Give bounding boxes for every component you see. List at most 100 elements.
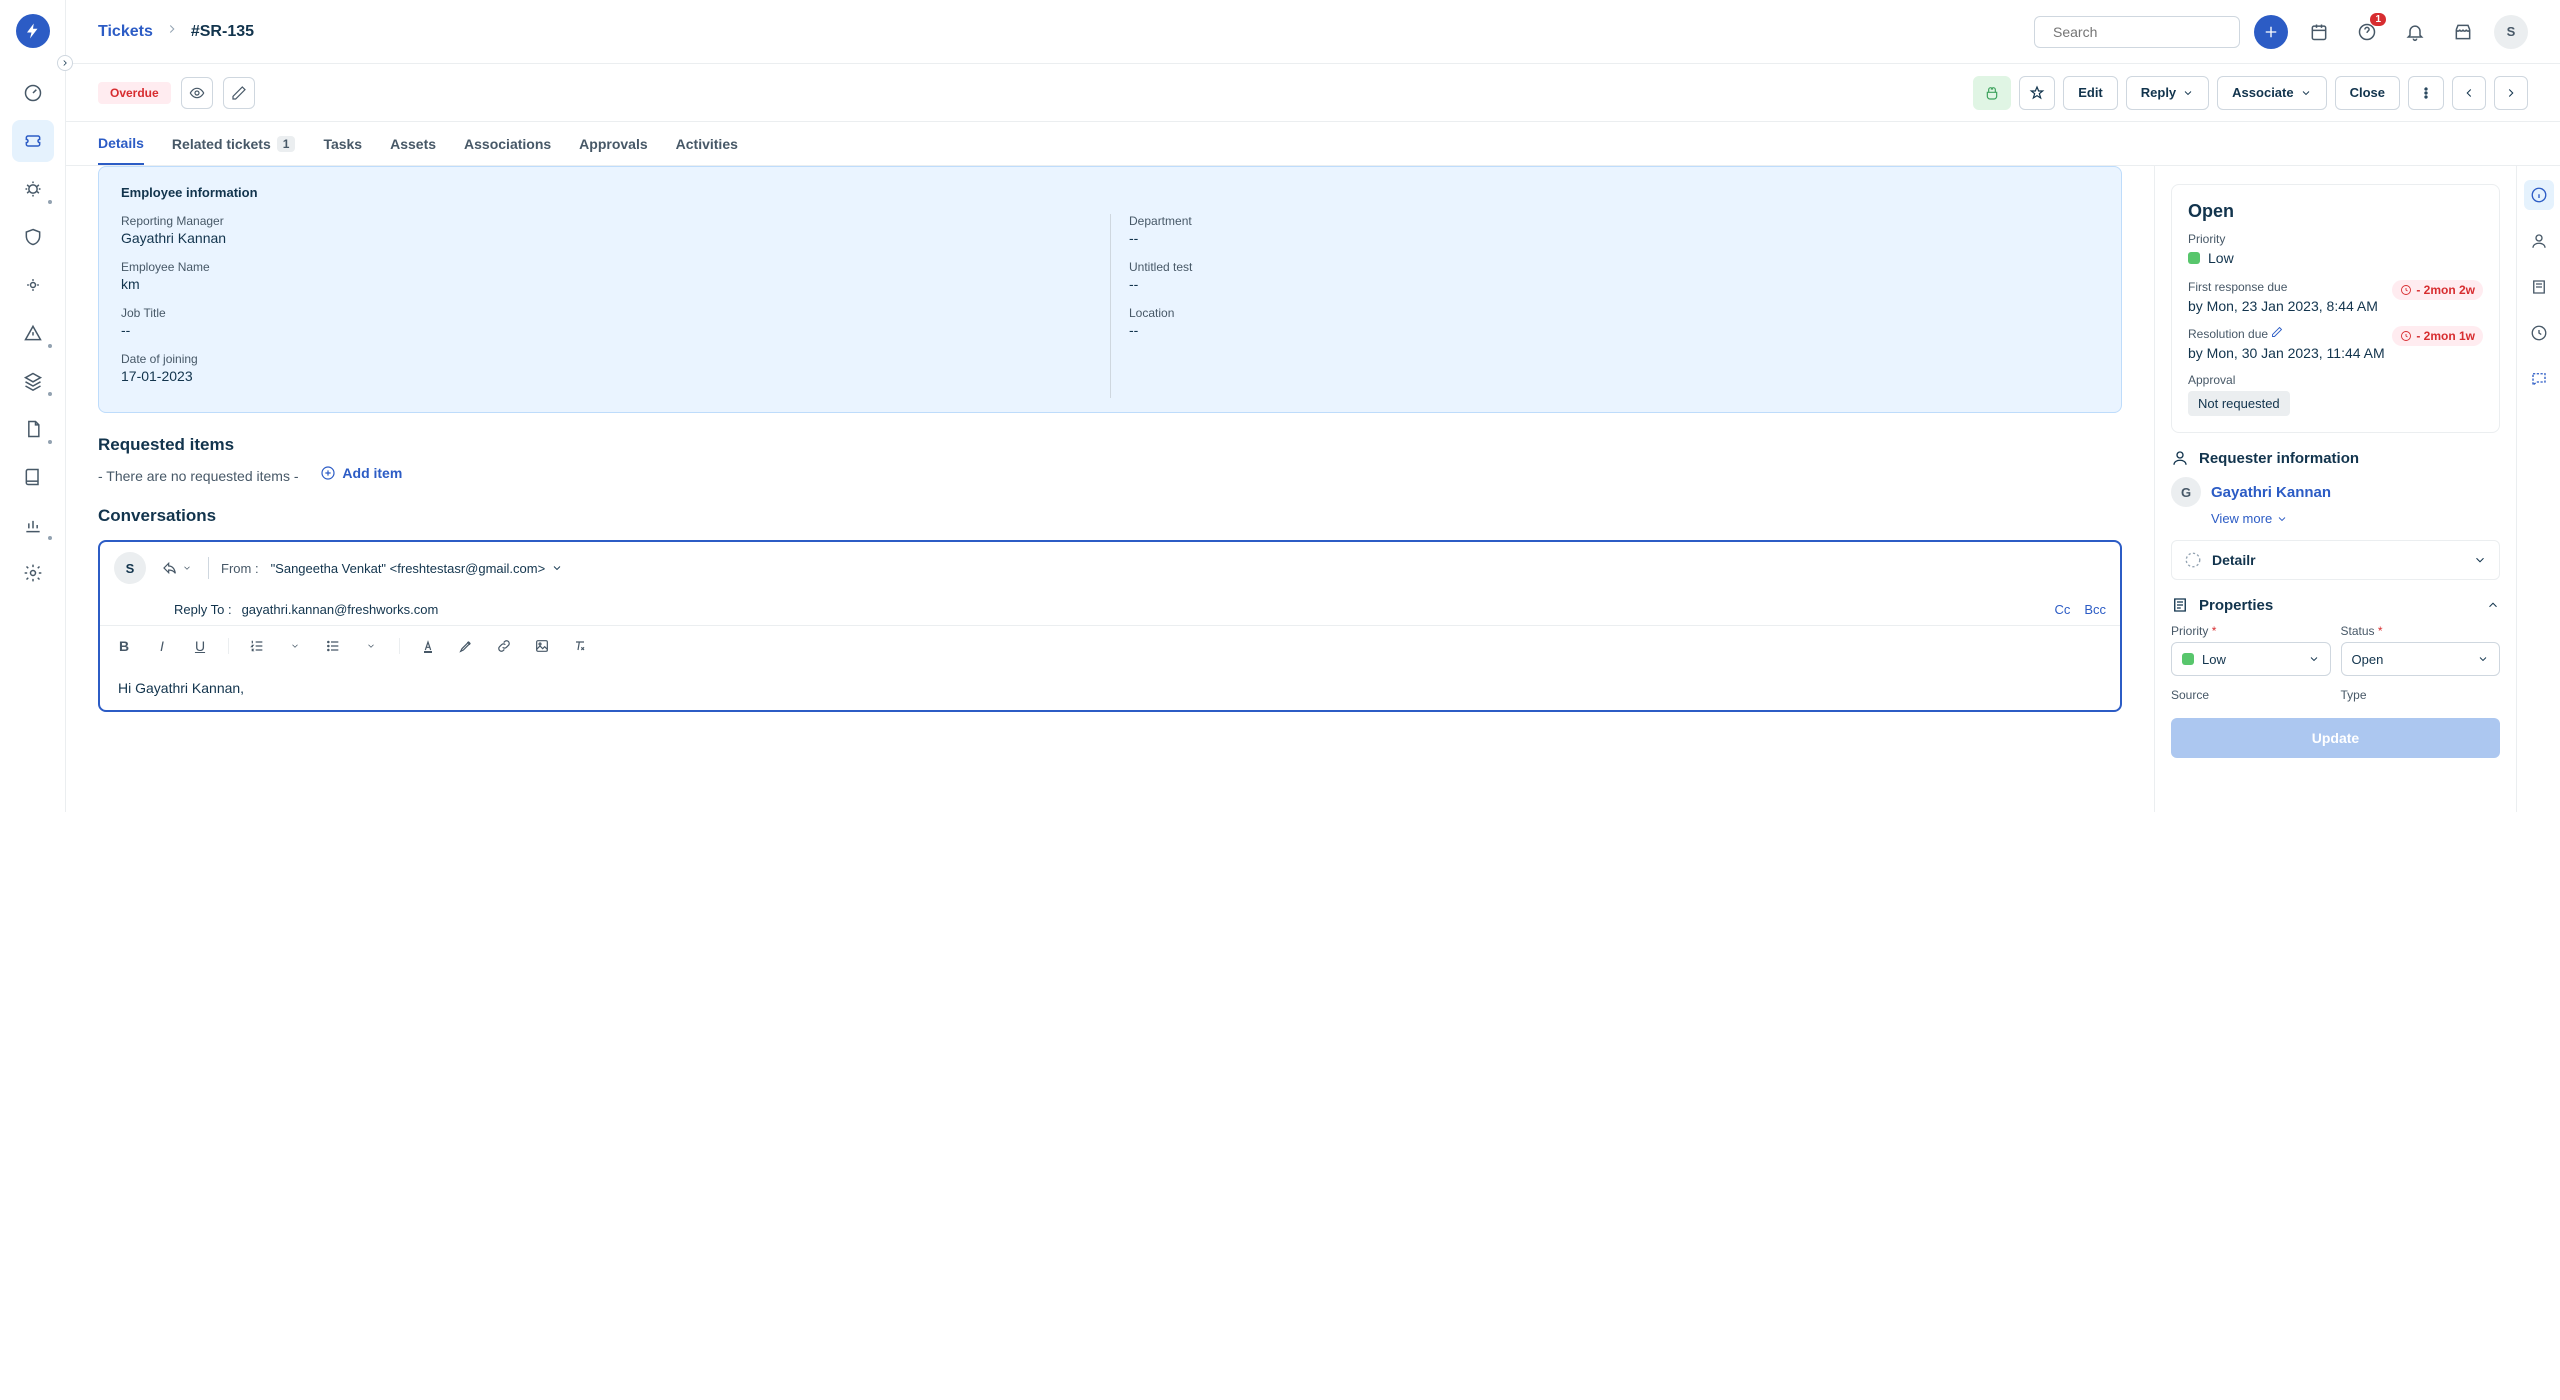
image-button[interactable] bbox=[532, 636, 552, 656]
update-button[interactable]: Update bbox=[2171, 718, 2500, 758]
chevron-down-icon bbox=[2477, 653, 2489, 665]
thank-button[interactable] bbox=[1973, 76, 2011, 110]
global-search[interactable] bbox=[2034, 16, 2240, 48]
note-icon bbox=[2530, 278, 2548, 296]
tab-details[interactable]: Details bbox=[98, 123, 144, 165]
sidebar-item-tickets[interactable] bbox=[12, 120, 54, 162]
next-ticket-button[interactable] bbox=[2494, 76, 2528, 110]
approval-value: Not requested bbox=[2188, 391, 2290, 416]
clear-format-button[interactable] bbox=[570, 636, 590, 656]
link-button[interactable] bbox=[494, 636, 514, 656]
chevron-up-icon bbox=[2486, 598, 2500, 612]
edit-subject-button[interactable] bbox=[223, 77, 255, 109]
more-actions-button[interactable] bbox=[2408, 76, 2444, 110]
add-item-link[interactable]: Add item bbox=[320, 465, 402, 481]
ordered-list-dropdown[interactable] bbox=[285, 636, 305, 656]
link-icon bbox=[496, 638, 512, 654]
reply-to-value[interactable]: gayathri.kannan@freshworks.com bbox=[242, 602, 439, 617]
composer-body[interactable]: Hi Gayathri Kannan, bbox=[100, 666, 2120, 710]
ordered-list-button[interactable] bbox=[247, 636, 267, 656]
edit-button[interactable]: Edit bbox=[2063, 76, 2118, 110]
tab-activities[interactable]: Activities bbox=[676, 124, 738, 164]
sidebar-item-problems[interactable] bbox=[12, 168, 54, 210]
requested-empty-text: - There are no requested items - bbox=[98, 468, 299, 484]
chevron-right-icon bbox=[165, 22, 179, 41]
from-dropdown[interactable]: "Sangeetha Venkat" <freshtestasr@gmail.c… bbox=[271, 561, 564, 576]
rail-notes-button[interactable] bbox=[2524, 272, 2554, 302]
chart-icon bbox=[23, 515, 43, 535]
bold-button[interactable]: B bbox=[114, 636, 134, 656]
rail-contact-button[interactable] bbox=[2524, 226, 2554, 256]
search-input[interactable] bbox=[2053, 24, 2234, 40]
user-avatar[interactable]: S bbox=[2494, 15, 2528, 49]
priority-select[interactable]: Low bbox=[2171, 642, 2331, 676]
book-icon bbox=[23, 467, 43, 487]
employee-info-title: Employee information bbox=[121, 185, 2099, 200]
reply-button[interactable]: Reply bbox=[2126, 76, 2209, 110]
sidebar-item-alerts[interactable] bbox=[12, 312, 54, 354]
rail-chat-button[interactable] bbox=[2524, 364, 2554, 394]
divider bbox=[208, 557, 209, 579]
sidebar-item-reports[interactable] bbox=[12, 504, 54, 546]
sidebar-item-releases[interactable] bbox=[12, 264, 54, 306]
requester-name-link[interactable]: Gayathri Kannan bbox=[2211, 484, 2331, 501]
prev-ticket-button[interactable] bbox=[2452, 76, 2486, 110]
bcc-link[interactable]: Bcc bbox=[2084, 602, 2106, 617]
tab-approvals[interactable]: Approvals bbox=[579, 124, 647, 164]
sidebar-item-contracts[interactable] bbox=[12, 408, 54, 450]
italic-button[interactable]: I bbox=[152, 636, 172, 656]
sidebar-item-changes[interactable] bbox=[12, 216, 54, 258]
help-button[interactable]: 1 bbox=[2350, 15, 2384, 49]
close-button[interactable]: Close bbox=[2335, 76, 2400, 110]
conversations-title: Conversations bbox=[98, 506, 2122, 526]
sidebar-item-settings[interactable] bbox=[12, 552, 54, 594]
breadcrumb-root[interactable]: Tickets bbox=[98, 23, 153, 41]
rail-activity-button[interactable] bbox=[2524, 318, 2554, 348]
more-vertical-icon bbox=[2418, 85, 2434, 101]
sidebar-item-dashboard[interactable] bbox=[12, 72, 54, 114]
properties-header[interactable]: Properties bbox=[2171, 596, 2500, 614]
chevron-right-icon bbox=[2504, 86, 2518, 100]
edit-resolution-button[interactable] bbox=[2271, 327, 2283, 341]
calendar-icon bbox=[2309, 22, 2329, 42]
calendar-button[interactable] bbox=[2302, 15, 2336, 49]
image-icon bbox=[534, 638, 550, 654]
flyout-indicator-icon bbox=[48, 440, 52, 444]
new-button[interactable] bbox=[2254, 15, 2288, 49]
priority-label: Priority bbox=[2188, 232, 2483, 246]
tab-tasks[interactable]: Tasks bbox=[323, 124, 362, 164]
sidebar-item-solutions[interactable] bbox=[12, 456, 54, 498]
clock-icon bbox=[2400, 330, 2412, 342]
reply-type-dropdown[interactable] bbox=[158, 560, 196, 576]
chevron-right-icon bbox=[60, 58, 70, 68]
ticket-tabs: Details Related tickets 1 Tasks Assets A… bbox=[66, 122, 2560, 166]
app-logo[interactable] bbox=[16, 14, 50, 48]
rail-info-button[interactable] bbox=[2524, 180, 2554, 210]
notifications-button[interactable] bbox=[2398, 15, 2432, 49]
cc-link[interactable]: Cc bbox=[2054, 602, 2070, 617]
underline-button[interactable]: U bbox=[190, 636, 210, 656]
sidebar-item-assets[interactable] bbox=[12, 360, 54, 402]
bolt-icon bbox=[24, 22, 42, 40]
sidebar-expand-toggle[interactable] bbox=[57, 55, 73, 71]
highlight-button[interactable] bbox=[456, 636, 476, 656]
tab-associations[interactable]: Associations bbox=[464, 124, 551, 164]
tab-related[interactable]: Related tickets 1 bbox=[172, 124, 296, 164]
field-label: Reporting Manager bbox=[121, 214, 1092, 228]
associate-button[interactable]: Associate bbox=[2217, 76, 2326, 110]
star-button[interactable] bbox=[2019, 76, 2055, 110]
highlight-icon bbox=[458, 638, 474, 654]
text-color-button[interactable] bbox=[418, 636, 438, 656]
view-more-link[interactable]: View more bbox=[2211, 511, 2500, 526]
marketplace-button[interactable] bbox=[2446, 15, 2480, 49]
alert-icon bbox=[23, 323, 43, 343]
detailr-section[interactable]: Detailr bbox=[2171, 540, 2500, 580]
reply-composer: S From : "Sangeetha Venkat" <freshtestas… bbox=[98, 540, 2122, 712]
flyout-indicator-icon bbox=[48, 536, 52, 540]
unordered-list-dropdown[interactable] bbox=[361, 636, 381, 656]
tab-assets[interactable]: Assets bbox=[390, 124, 436, 164]
status-select[interactable]: Open bbox=[2341, 642, 2501, 676]
type-field-label: Type bbox=[2341, 688, 2501, 702]
watch-button[interactable] bbox=[181, 77, 213, 109]
unordered-list-button[interactable] bbox=[323, 636, 343, 656]
